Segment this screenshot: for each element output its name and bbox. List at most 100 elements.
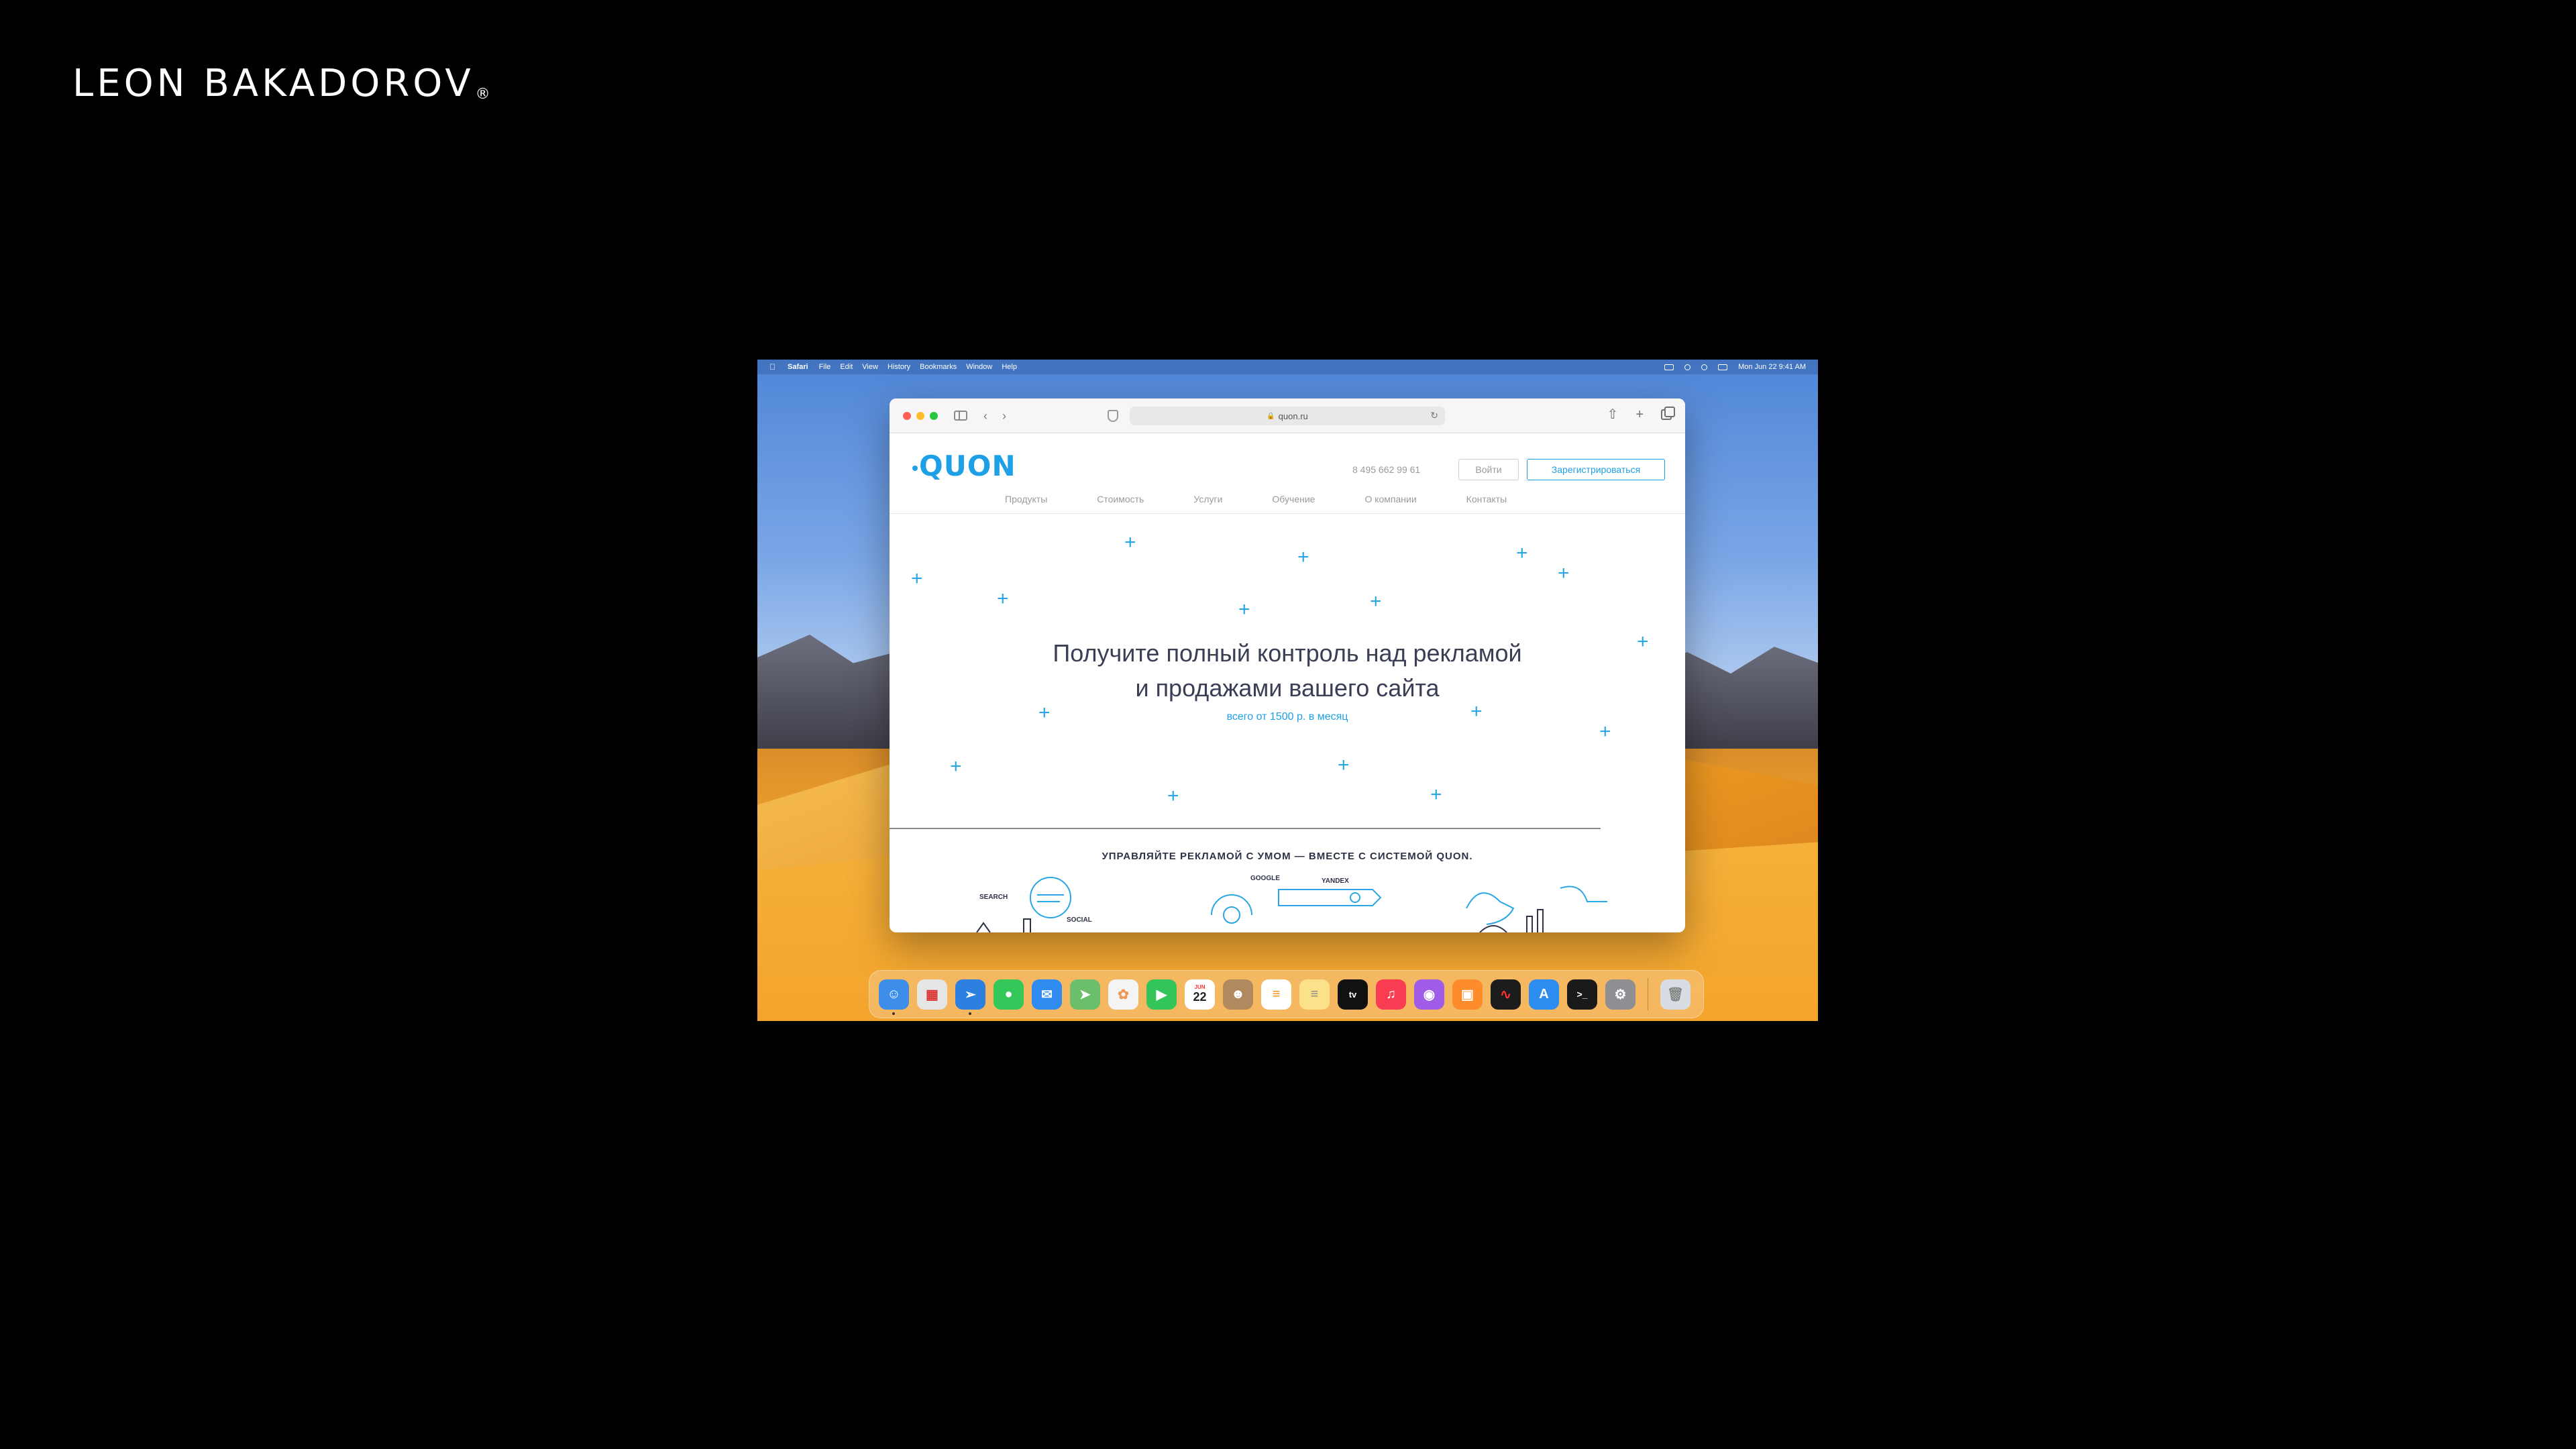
wifi-icon[interactable] bbox=[1684, 364, 1691, 370]
safari-window: ‹ › 🔒 quon.ru ↻ ⇧ + QUON 8 495 662 99 61… bbox=[890, 398, 1685, 932]
plus-icon: + bbox=[1558, 562, 1570, 584]
plus-icon: + bbox=[1516, 542, 1528, 564]
site-nav: Продукты Стоимость Услуги Обучение О ком… bbox=[1005, 494, 1556, 504]
plus-icon: + bbox=[1238, 598, 1250, 621]
menu-history[interactable]: History bbox=[888, 363, 910, 371]
hero-divider bbox=[890, 828, 1601, 829]
nav-training[interactable]: Обучение bbox=[1272, 494, 1315, 504]
plus-icon: + bbox=[950, 755, 962, 777]
running-indicator bbox=[969, 1012, 971, 1015]
hero-section: + + + + + + + + + + + + + + + + Получите… bbox=[890, 514, 1685, 829]
menu-view[interactable]: View bbox=[862, 363, 878, 371]
hero-title-line-1: Получите полный контроль над рекламой bbox=[1053, 639, 1522, 667]
lock-icon: 🔒 bbox=[1267, 412, 1275, 420]
browser-toolbar: ‹ › 🔒 quon.ru ↻ ⇧ + bbox=[890, 398, 1685, 433]
plus-icon: + bbox=[1297, 546, 1309, 568]
menu-app-name[interactable]: Safari bbox=[788, 363, 808, 371]
reload-icon[interactable]: ↻ bbox=[1430, 410, 1438, 421]
nav-services[interactable]: Услуги bbox=[1193, 494, 1222, 504]
books-icon[interactable]: ▣ bbox=[1452, 979, 1483, 1010]
brand-mark: ® bbox=[475, 86, 490, 103]
close-button[interactable] bbox=[903, 411, 911, 420]
login-button[interactable]: Войти bbox=[1458, 459, 1519, 480]
voice-memos-icon[interactable]: ∿ bbox=[1491, 979, 1521, 1010]
music-icon[interactable]: ♫ bbox=[1376, 979, 1406, 1010]
zoom-button[interactable] bbox=[930, 411, 938, 420]
nav-contacts[interactable]: Контакты bbox=[1466, 494, 1507, 504]
facetime-icon[interactable]: ▶ bbox=[1146, 979, 1177, 1010]
hero-title-line-2: и продажами вашего сайта bbox=[1135, 674, 1440, 702]
illus-label-social: SOCIAL bbox=[1067, 916, 1092, 924]
calendar-icon[interactable]: JUN 22 bbox=[1185, 979, 1215, 1010]
contacts-icon[interactable]: ☻ bbox=[1223, 979, 1253, 1010]
macos-desktop:  Safari File Edit View History Bookmark… bbox=[757, 360, 1818, 1021]
mail-icon[interactable]: ✉ bbox=[1032, 979, 1062, 1010]
illus-label-google: GOOGLE bbox=[1250, 875, 1280, 882]
battery-icon[interactable] bbox=[1664, 364, 1674, 370]
calendar-month: JUN bbox=[1194, 984, 1205, 990]
phone-number[interactable]: 8 495 662 99 61 bbox=[1352, 464, 1420, 475]
minimize-button[interactable] bbox=[916, 411, 924, 420]
menu-clock[interactable]: Mon Jun 22 9:41 AM bbox=[1738, 363, 1806, 371]
nav-pricing[interactable]: Стоимость bbox=[1097, 494, 1144, 504]
app-store-icon[interactable]: A bbox=[1529, 979, 1559, 1010]
launchpad-icon[interactable]: ▦ bbox=[917, 979, 947, 1010]
tab-overview-icon[interactable] bbox=[1661, 407, 1675, 420]
section-title: УПРАВЛЯЙТЕ РЕКЛАМОЙ С УМОМ — ВМЕСТЕ С СИ… bbox=[1102, 851, 1473, 862]
maps-icon[interactable]: ➤ bbox=[1070, 979, 1100, 1010]
plus-icon: + bbox=[1599, 720, 1611, 743]
sidebar-toggle-icon[interactable] bbox=[954, 411, 967, 421]
features-illustration: SEARCH SOCIAL GOOGLE YANDEX bbox=[890, 875, 1685, 932]
new-tab-icon[interactable]: + bbox=[1635, 408, 1644, 421]
apple-menu-icon[interactable]:  bbox=[769, 362, 775, 372]
menu-file[interactable]: File bbox=[819, 363, 831, 371]
brand-name: LEON BAKADOROV bbox=[72, 62, 474, 105]
logo-text: QUON bbox=[919, 449, 1016, 482]
illus-label-search: SEARCH bbox=[979, 894, 1008, 901]
plus-icon: + bbox=[1338, 754, 1350, 776]
plus-icon: + bbox=[1167, 785, 1179, 807]
window-controls bbox=[903, 411, 938, 420]
plus-icon: + bbox=[911, 568, 923, 590]
system-preferences-icon[interactable]: ⚙ bbox=[1605, 979, 1635, 1010]
menu-bookmarks[interactable]: Bookmarks bbox=[920, 363, 957, 371]
plus-icon: + bbox=[1430, 784, 1442, 806]
site-header: QUON 8 495 662 99 61 Войти Зарегистриров… bbox=[890, 433, 1685, 514]
podcasts-icon[interactable]: ◉ bbox=[1414, 979, 1444, 1010]
forward-icon[interactable]: › bbox=[1002, 410, 1006, 422]
terminal-icon[interactable]: >_ bbox=[1567, 979, 1597, 1010]
register-button[interactable]: Зарегистрироваться bbox=[1527, 459, 1665, 480]
menu-edit[interactable]: Edit bbox=[840, 363, 853, 371]
notes-icon[interactable]: ≡ bbox=[1299, 979, 1330, 1010]
trash-icon[interactable]: 🗑 bbox=[1660, 979, 1690, 1010]
search-icon[interactable] bbox=[1701, 364, 1708, 370]
back-icon[interactable]: ‹ bbox=[983, 410, 987, 422]
nav-about[interactable]: О компании bbox=[1364, 494, 1416, 504]
hero-title: Получите полный контроль над рекламой и … bbox=[890, 636, 1685, 706]
photos-icon[interactable]: ✿ bbox=[1108, 979, 1138, 1010]
menu-help[interactable]: Help bbox=[1002, 363, 1017, 371]
address-bar[interactable]: 🔒 quon.ru ↻ bbox=[1130, 407, 1445, 425]
plus-icon: + bbox=[997, 588, 1009, 610]
menu-window[interactable]: Window bbox=[966, 363, 992, 371]
illustration-lines bbox=[976, 877, 1607, 932]
menu-bar:  Safari File Edit View History Bookmark… bbox=[757, 360, 1818, 374]
safari-icon[interactable]: ➢ bbox=[955, 979, 985, 1015]
plus-icon: + bbox=[1124, 531, 1136, 553]
address-url: quon.ru bbox=[1278, 411, 1308, 421]
running-indicator bbox=[892, 1012, 895, 1015]
share-icon[interactable]: ⇧ bbox=[1607, 408, 1619, 421]
control-center-icon[interactable] bbox=[1718, 364, 1728, 370]
calendar-day: 22 bbox=[1193, 990, 1207, 1004]
messages-icon[interactable]: ● bbox=[994, 979, 1024, 1010]
finder-icon[interactable]: ☺ bbox=[879, 979, 909, 1015]
quon-logo[interactable]: QUON bbox=[912, 449, 1016, 482]
plus-icon: + bbox=[1370, 590, 1382, 612]
privacy-shield-icon[interactable] bbox=[1108, 410, 1118, 422]
apple-tv-icon[interactable]: tv bbox=[1338, 979, 1368, 1010]
nav-products[interactable]: Продукты bbox=[1005, 494, 1047, 504]
brand-logo: LEON BAKADOROV® bbox=[72, 62, 490, 105]
reminders-icon[interactable]: ≡ bbox=[1261, 979, 1291, 1010]
illus-label-yandex: YANDEX bbox=[1322, 877, 1349, 885]
hero-subtitle: всего от 1500 р. в месяц bbox=[1226, 711, 1348, 722]
